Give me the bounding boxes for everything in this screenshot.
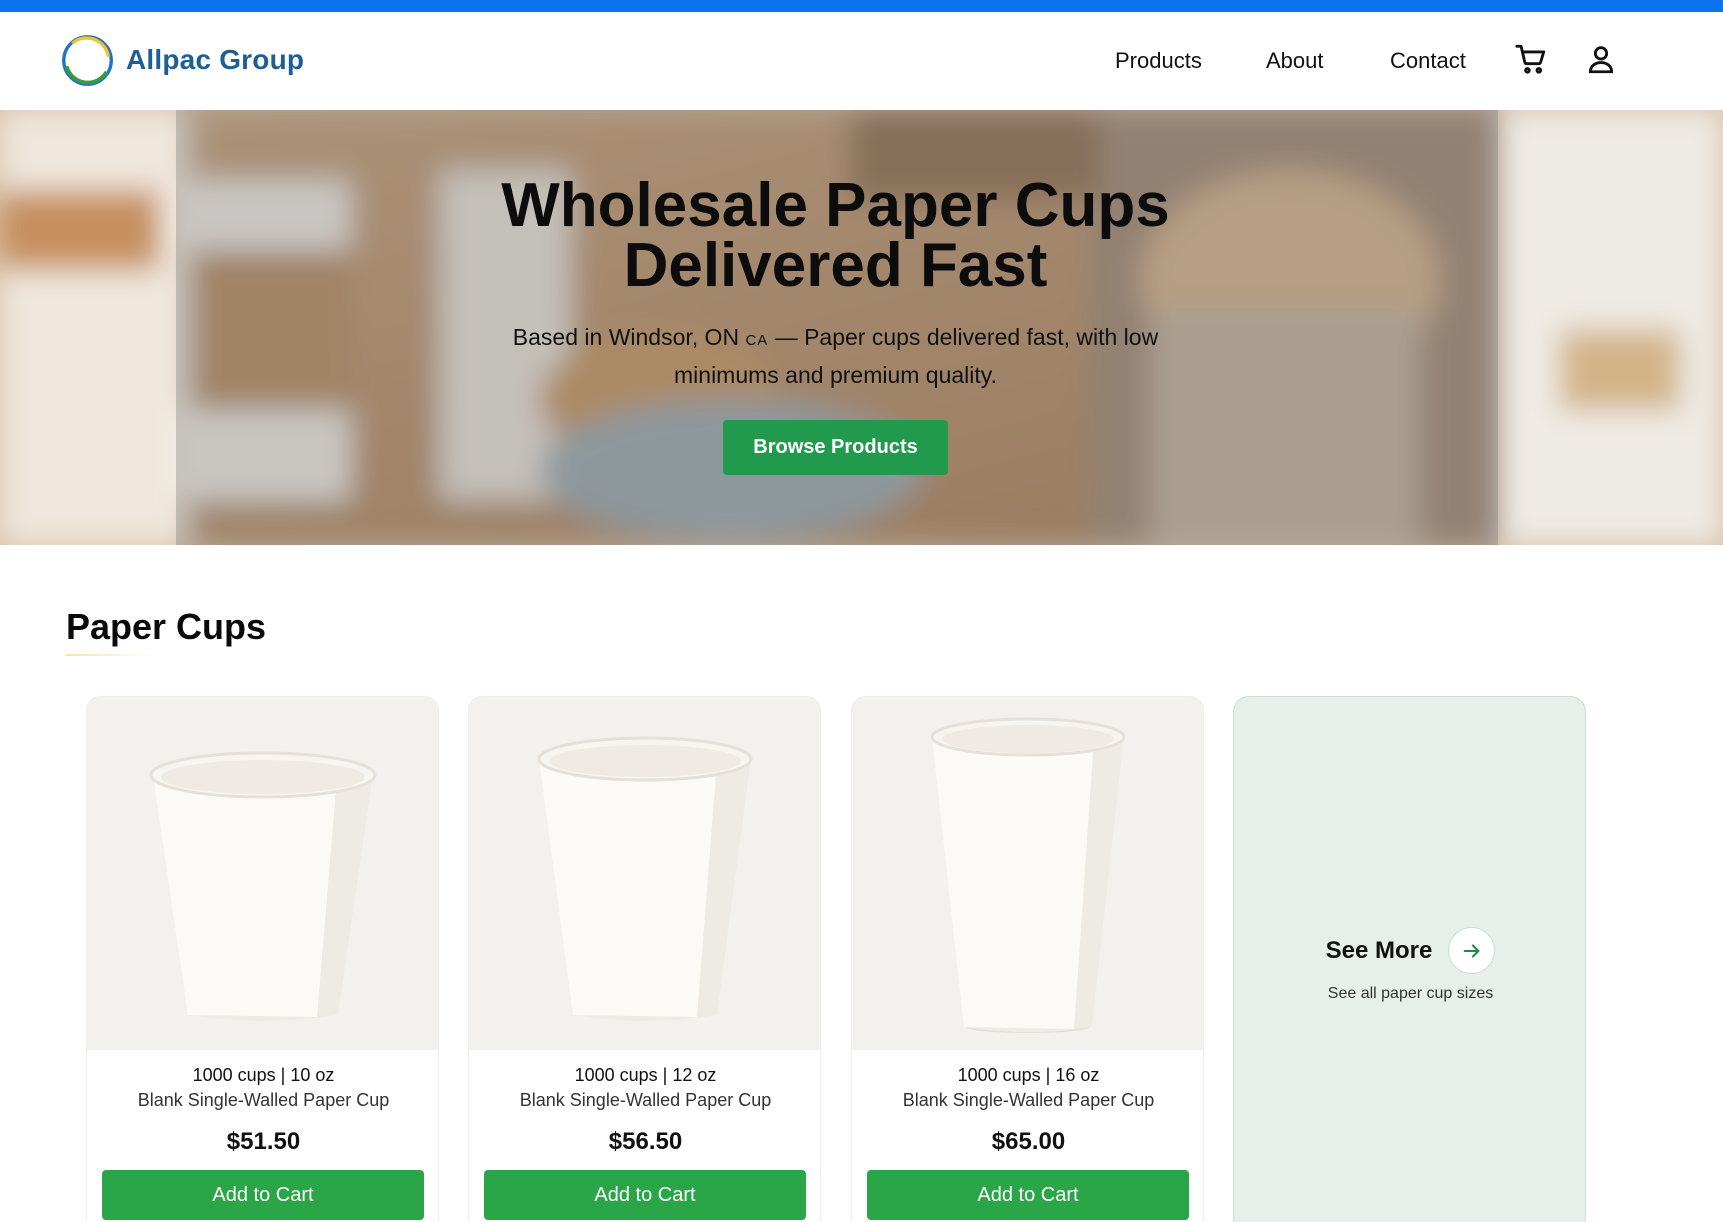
add-to-cart-button[interactable]: Add to Cart <box>484 1170 806 1220</box>
product-price: $56.50 <box>608 1128 683 1155</box>
product-price: $65.00 <box>991 1128 1066 1155</box>
product-meta: 1000 cups | 12 oz <box>574 1065 717 1085</box>
hero-title-line2: Delivered Fast <box>623 231 1048 300</box>
product-card[interactable]: 1000 cups | 10 oz Blank Single-Walled Pa… <box>86 696 439 1222</box>
product-name[interactable]: Blank Single-Walled Paper Cup <box>469 1090 820 1111</box>
paper-cup-image <box>87 697 438 1050</box>
see-more-subtitle: See all paper cup sizes <box>1327 985 1494 1002</box>
cart-icon[interactable] <box>1514 42 1548 76</box>
hero-title-line1: Wholesale Paper Cups <box>501 171 1170 240</box>
product-card[interactable]: 1000 cups | 16 oz Blank Single-Walled Pa… <box>851 696 1204 1222</box>
canada-flag-label: CA <box>745 332 769 349</box>
top-accent-bar <box>0 0 1723 12</box>
see-more-title: See More <box>1325 936 1433 964</box>
arrow-right-icon <box>1463 943 1480 958</box>
hero-content: Wholesale Paper Cups Delivered Fast Base… <box>0 110 1671 545</box>
product-card[interactable]: 1000 cups | 12 oz Blank Single-Walled Pa… <box>468 696 821 1222</box>
hero-title: Wholesale Paper Cups Delivered Fast <box>0 175 1671 297</box>
add-to-cart-button[interactable]: Add to Cart <box>102 1170 424 1220</box>
see-more-arrow-button[interactable] <box>1448 927 1496 974</box>
product-name[interactable]: Blank Single-Walled Paper Cup <box>87 1090 438 1111</box>
paper-cup-image <box>852 697 1203 1050</box>
site-header: Allpac Group Products About Contact <box>0 12 1723 110</box>
user-icon[interactable] <box>1584 42 1618 76</box>
hero-subtitle-location: Based in Windsor, ON <box>512 324 740 350</box>
section-title: Paper Cups <box>66 606 267 647</box>
nav-products[interactable]: Products <box>1115 48 1202 74</box>
hero-subtitle: Based in Windsor, ON CA — Paper cups del… <box>500 320 1171 393</box>
product-price: $51.50 <box>226 1128 301 1155</box>
see-more-card[interactable]: See More See all paper cup sizes <box>1233 696 1586 1222</box>
product-name[interactable]: Blank Single-Walled Paper Cup <box>852 1090 1203 1111</box>
section-title-underline <box>66 654 156 656</box>
nav-contact[interactable]: Contact <box>1390 48 1466 74</box>
product-meta: 1000 cups | 16 oz <box>957 1065 1100 1085</box>
see-more-row: See More <box>1234 927 1587 974</box>
nav-about[interactable]: About <box>1266 48 1324 74</box>
hero-banner: Wholesale Paper Cups Delivered Fast Base… <box>0 110 1723 545</box>
product-meta: 1000 cups | 10 oz <box>192 1065 335 1085</box>
paper-cup-image <box>469 697 820 1050</box>
main-nav: Products About Contact <box>0 12 1723 110</box>
add-to-cart-button[interactable]: Add to Cart <box>867 1170 1189 1220</box>
browse-products-button[interactable]: Browse Products <box>723 420 948 475</box>
